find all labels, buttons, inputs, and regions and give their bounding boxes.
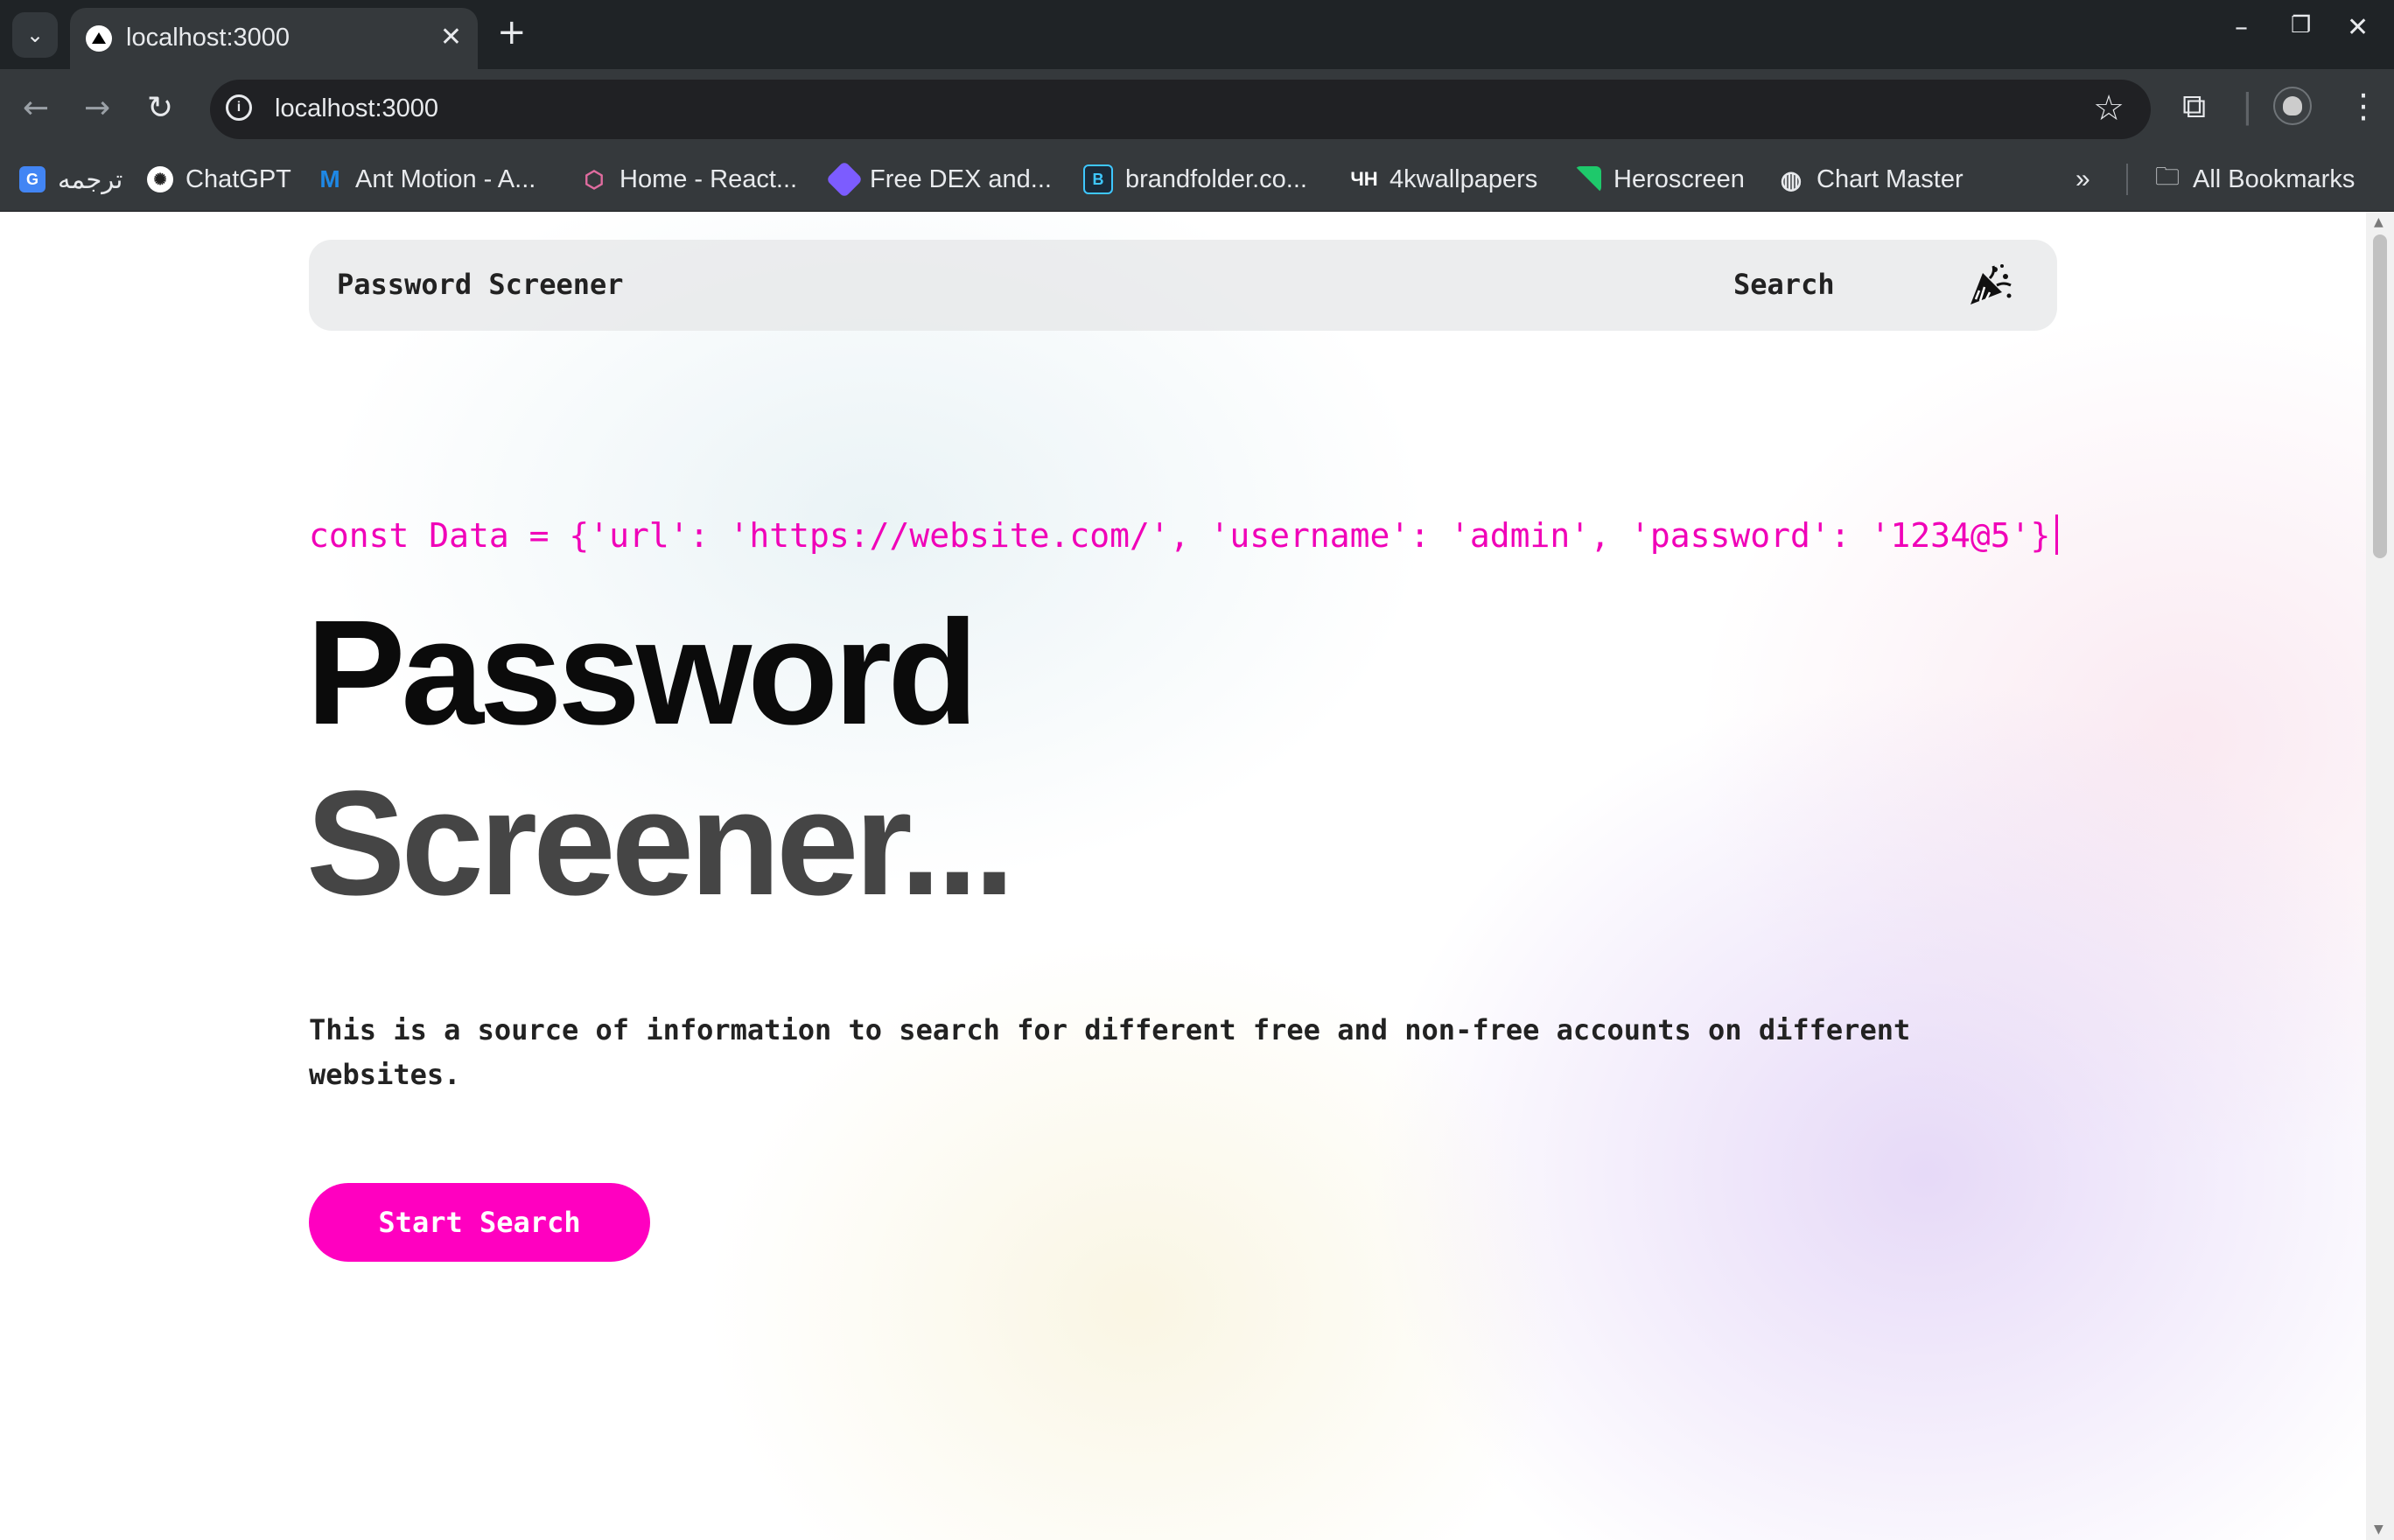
start-search-button[interactable]: Start Search: [309, 1183, 650, 1262]
bookmark-label: Heroscreen: [1614, 164, 1745, 193]
page-viewport: Password Screener Search const Data = {'…: [0, 212, 2366, 1540]
heroscreen-icon: [1575, 166, 1601, 192]
nav-search-link[interactable]: Search: [1733, 268, 1835, 301]
close-tab-icon[interactable]: ✕: [440, 22, 462, 52]
address-bar[interactable]: i localhost:3000 ☆: [210, 80, 2151, 139]
party-popper-icon[interactable]: [1965, 261, 2014, 310]
all-bookmarks-button[interactable]: 🗀 All Bookmarks: [2154, 160, 2355, 199]
site-info-icon[interactable]: i: [226, 94, 252, 121]
extensions-puzzle-icon[interactable]: ⧉: [2182, 87, 2206, 126]
bookmark-item[interactable]: M Ant Motion - A...: [317, 160, 536, 199]
scrollbar-thumb[interactable]: [2373, 234, 2387, 558]
site-brand[interactable]: Password Screener: [337, 268, 624, 301]
headline-line-2: Screener...: [306, 760, 1015, 927]
bookmark-item[interactable]: ЧН 4kwallpapers: [1350, 160, 1538, 199]
tab-title: localhost:3000: [126, 24, 290, 52]
forward-arrow-icon[interactable]: →: [84, 90, 110, 126]
bookmark-label: brandfolder.co...: [1125, 164, 1307, 193]
bookmark-item[interactable]: ◍ Chart Master: [1778, 160, 1964, 199]
vercel-favicon-icon: [86, 25, 112, 52]
dex-icon: [825, 160, 864, 199]
bookmark-label: Chart Master: [1816, 164, 1964, 193]
close-window-icon[interactable]: ✕: [2347, 12, 2369, 43]
bookmarks-divider: [2126, 164, 2128, 195]
folder-icon: 🗀: [2154, 163, 2180, 190]
site-navbar: Password Screener Search: [309, 240, 2057, 331]
hero-headline: Password Screener...: [306, 588, 1015, 929]
bookmark-label: ChatGPT: [186, 164, 291, 193]
ant-motion-icon: M: [319, 165, 340, 192]
scroll-down-arrow-icon[interactable]: ▼: [2374, 1522, 2384, 1536]
page-scrollbar[interactable]: ▲ ▼: [2366, 212, 2394, 1540]
bookmark-label: Ant Motion - A...: [355, 164, 536, 193]
menu-kebab-icon[interactable]: ⋮: [2347, 87, 2380, 125]
bookmark-item[interactable]: Heroscreen: [1575, 160, 1745, 199]
bookmark-item[interactable]: G ترجمه: [19, 160, 122, 199]
back-arrow-icon[interactable]: ←: [23, 90, 49, 126]
browser-tabstrip: ⌄ localhost:3000 ✕ + – ❐ ✕: [0, 0, 2394, 69]
brandfolder-icon: B: [1083, 164, 1113, 194]
browser-tab[interactable]: localhost:3000 ✕: [70, 8, 478, 69]
bookmark-label: 4kwallpapers: [1390, 164, 1538, 193]
code-text: const Data = {'url': 'https://website.co…: [309, 516, 2051, 555]
bookmark-label: ترجمه: [58, 165, 123, 194]
toolbar-divider: |: [2242, 87, 2253, 125]
bookmark-label: Free DEX and...: [870, 164, 1052, 193]
chatgpt-icon: ✺: [147, 166, 173, 192]
tab-search-chevron-icon[interactable]: ⌄: [12, 12, 58, 58]
google-translate-icon: G: [19, 166, 46, 192]
react-icon: ⬡: [584, 165, 605, 192]
bookmark-item[interactable]: ⬡ Home - React...: [581, 160, 797, 199]
hero-description: This is a source of information to searc…: [309, 1013, 1911, 1091]
all-bookmarks-label: All Bookmarks: [2193, 164, 2356, 193]
bookmark-label: Home - React...: [620, 164, 798, 193]
bookmark-item[interactable]: Free DEX and...: [825, 160, 1052, 199]
bookmark-item[interactable]: B brandfolder.co...: [1083, 160, 1307, 199]
headline-line-1: Password: [306, 590, 978, 756]
scroll-up-arrow-icon[interactable]: ▲: [2374, 215, 2384, 229]
restore-icon[interactable]: ❐: [2291, 12, 2311, 38]
reload-icon[interactable]: ↻: [147, 90, 173, 126]
4kwallpapers-icon: ЧН: [1350, 168, 1378, 190]
bookmark-star-icon[interactable]: ☆: [2093, 88, 2124, 129]
browser-toolbar: ← → ↻ i localhost:3000 ☆ ⧉ | ⋮: [0, 69, 2394, 150]
more-bookmarks-chevron-icon[interactable]: »: [2076, 160, 2090, 199]
bookmarks-bar: G ترجمه ✺ ChatGPT M Ant Motion - A... ⬡ …: [0, 150, 2394, 212]
profile-avatar[interactable]: [2273, 87, 2312, 125]
globe-icon: ◍: [1780, 165, 1802, 193]
typewriter-code-line: const Data = {'url': 'https://website.co…: [309, 514, 2059, 555]
typing-caret: [2055, 514, 2059, 555]
new-tab-plus-icon[interactable]: +: [497, 12, 527, 52]
url-text[interactable]: localhost:3000: [275, 94, 438, 123]
minimize-icon[interactable]: –: [2235, 12, 2248, 43]
bookmark-item[interactable]: ✺ ChatGPT: [147, 160, 291, 199]
